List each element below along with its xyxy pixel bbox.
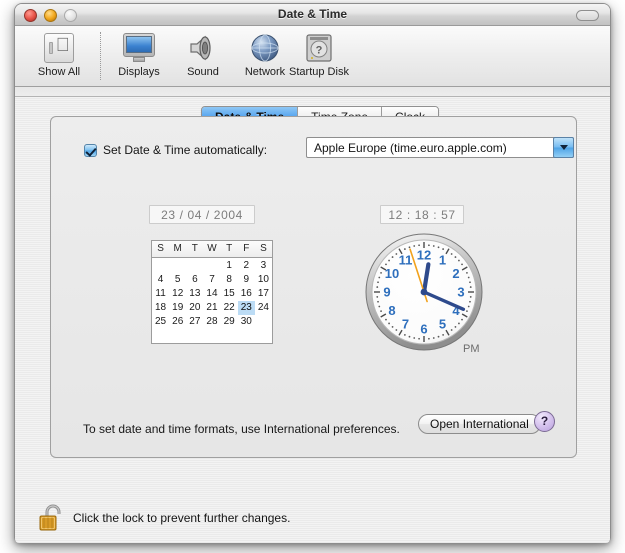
time-field[interactable]: 12 : 18 : 57 — [380, 205, 464, 224]
clock-meridiem: PM — [463, 343, 480, 355]
calendar-week-row: 4 5 6 7 8 9 10 — [152, 273, 272, 287]
calendar-week-row: 18 19 20 21 22 23 24 — [152, 301, 272, 315]
calendar-day-7[interactable]: 7 — [203, 273, 220, 287]
displays-icon — [103, 31, 175, 65]
calendar-body: 1 2 3 4 5 6 7 8 9 10 11 12 13 14 15 16 17 18 19 20 21 22 23 24 2… — [152, 258, 272, 329]
clock-hub — [420, 288, 428, 296]
calendar-day-22[interactable]: 22 — [221, 301, 238, 315]
startup-disk-icon: ? — [269, 31, 369, 65]
clock-numeral-1: 1 — [439, 252, 446, 267]
clock-numeral-6: 6 — [420, 322, 427, 337]
calendar-day-24[interactable]: 24 — [255, 301, 272, 315]
calendar-day-29[interactable]: 29 — [221, 315, 238, 329]
show-all-icon:  — [23, 31, 95, 65]
calendar-weekday: S — [157, 243, 164, 254]
calendar-day-17[interactable]: 17 — [255, 287, 272, 301]
calendar-day-18[interactable]: 18 — [152, 301, 169, 315]
calendar-cell-empty — [186, 259, 203, 273]
clock-numeral-8: 8 — [388, 303, 395, 318]
calendar-week-row: 123 — [152, 259, 272, 273]
toolbar-label-startup-disk: Startup Disk — [289, 66, 349, 78]
calendar-day-20[interactable]: 20 — [186, 301, 203, 315]
clock-numeral-3: 3 — [457, 285, 464, 300]
calendar-weekday: W — [207, 243, 217, 254]
clock-numeral-2: 2 — [452, 266, 459, 281]
calendar-cell-empty — [152, 259, 169, 273]
svg-text:?: ? — [316, 45, 323, 57]
preferences-window: Date & Time  Show All — [14, 3, 611, 543]
calendar-weekday: S — [260, 243, 267, 254]
calendar-weekday: M — [173, 243, 182, 254]
lock-footer: Click the lock to prevent further change… — [15, 497, 610, 543]
calendar-day-19[interactable]: 19 — [169, 301, 186, 315]
calendar-cell-empty — [255, 315, 272, 329]
toolbar-item-show-all[interactable]:  Show All — [23, 31, 95, 78]
time-server-value: Apple Europe (time.euro.apple.com) — [314, 140, 507, 155]
calendar-cell-empty — [169, 259, 186, 273]
time-server-dropdown[interactable]: Apple Europe (time.euro.apple.com) — [306, 137, 574, 158]
calendar-day-9[interactable]: 9 — [238, 273, 255, 287]
screen: Date & Time  Show All — [0, 0, 625, 553]
calendar-weekday: T — [191, 243, 198, 254]
calendar-day-11[interactable]: 11 — [152, 287, 169, 301]
toolbar-label-displays: Displays — [118, 66, 160, 78]
tab-panel: Set Date & Time automatically: Apple Eur… — [50, 116, 577, 458]
clock-numeral-10: 10 — [385, 266, 399, 281]
calendar-day-15[interactable]: 15 — [221, 287, 238, 301]
calendar-day-25[interactable]: 25 — [152, 315, 169, 329]
toolbar:  Show All Displays — [15, 26, 610, 87]
window-title: Date & Time — [277, 7, 348, 21]
clock-numeral-9: 9 — [383, 285, 390, 300]
formats-help-text: To set date and time formats, use Intern… — [83, 422, 400, 436]
calendar[interactable]: S M T W T F S 1 2 3 4 5 6 7 8 9 10 11 12 13 14 15 16 17 1… — [151, 240, 273, 344]
calendar-day-21[interactable]: 21 — [203, 301, 220, 315]
set-automatically-label: Set Date & Time automatically: — [103, 143, 268, 157]
calendar-week-row: 25 26 27 28 29 30 — [152, 315, 272, 329]
toolbar-separator — [100, 32, 101, 80]
chevron-down-icon[interactable] — [553, 137, 574, 158]
lock-instruction-text: Click the lock to prevent further change… — [73, 511, 291, 525]
toolbar-toggle-button[interactable] — [576, 10, 599, 21]
calendar-week-row: 11 12 13 14 15 16 17 — [152, 287, 272, 301]
open-international-button[interactable]: Open International — [418, 414, 541, 434]
calendar-day-2[interactable]: 2 — [238, 259, 255, 273]
calendar-day-26[interactable]: 26 — [169, 315, 186, 329]
toolbar-label-show-all: Show All — [37, 66, 81, 78]
set-automatically-row: Set Date & Time automatically: — [84, 143, 267, 157]
calendar-weekday: F — [243, 243, 250, 254]
calendar-day-4[interactable]: 4 — [152, 273, 169, 287]
calendar-day-8[interactable]: 8 — [221, 273, 238, 287]
analog-clock: 12 1 2 3 4 5 6 7 8 9 10 11 PM — [363, 231, 485, 355]
calendar-day-28[interactable]: 28 — [203, 315, 220, 329]
clock-numeral-12: 12 — [417, 248, 431, 263]
clock-numeral-5: 5 — [439, 317, 446, 332]
calendar-header: S M T W T F S — [152, 241, 272, 258]
unlocked-padlock-icon[interactable] — [39, 503, 65, 533]
calendar-day-6[interactable]: 6 — [186, 273, 203, 287]
calendar-day-13[interactable]: 13 — [186, 287, 203, 301]
calendar-day-16[interactable]: 16 — [238, 287, 255, 301]
calendar-cell-empty — [203, 259, 220, 273]
date-field[interactable]: 23 / 04 / 2004 — [149, 205, 255, 224]
calendar-day-10[interactable]: 10 — [255, 273, 272, 287]
calendar-day-1[interactable]: 1 — [221, 259, 238, 273]
calendar-weekday: T — [226, 243, 233, 254]
calendar-day-5[interactable]: 5 — [169, 273, 186, 287]
calendar-day-30[interactable]: 30 — [238, 315, 255, 329]
calendar-day-14[interactable]: 14 — [203, 287, 220, 301]
calendar-day-3[interactable]: 3 — [255, 259, 272, 273]
calendar-day-27[interactable]: 27 — [186, 315, 203, 329]
title-bar[interactable]: Date & Time — [15, 4, 610, 26]
set-automatically-checkbox[interactable] — [84, 143, 97, 157]
clock-numeral-7: 7 — [402, 317, 409, 332]
help-button[interactable]: ? — [534, 411, 555, 432]
toolbar-item-displays[interactable]: Displays — [103, 31, 175, 78]
calendar-day-12[interactable]: 12 — [169, 287, 186, 301]
toolbar-underline — [15, 87, 610, 97]
content-pane: Date & Time Time Zone Clock Set Date & T… — [15, 97, 610, 497]
clock-numeral-11: 11 — [399, 252, 413, 267]
calendar-day-23[interactable]: 23 — [237, 301, 255, 315]
toolbar-item-startup-disk[interactable]: ? Startup Disk — [269, 31, 369, 78]
